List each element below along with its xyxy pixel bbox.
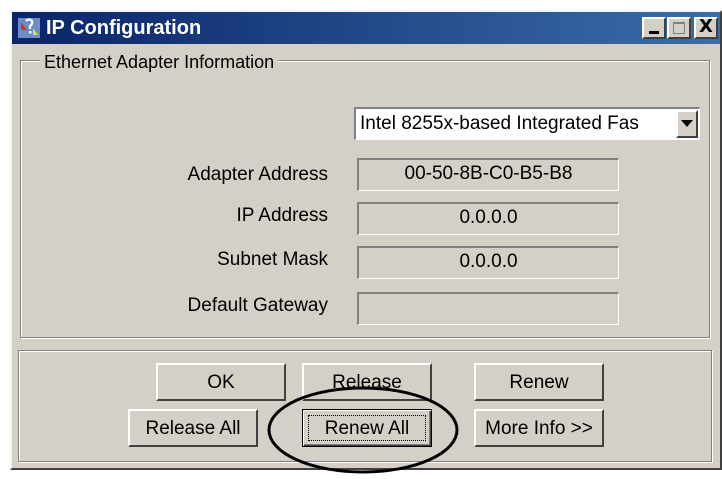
release-button[interactable]: Release <box>302 363 432 401</box>
subnet-mask-label: Subnet Mask <box>217 249 328 270</box>
ip-address-label: IP Address <box>236 205 328 226</box>
minimize-button[interactable] <box>642 17 666 39</box>
subnet-mask-field: 0.0.0.0 <box>357 246 619 279</box>
maximize-icon <box>673 22 685 34</box>
ok-button-label: OK <box>207 371 235 393</box>
renew-button-label: Renew <box>509 371 569 393</box>
adapter-address-label: Adapter Address <box>187 164 328 185</box>
window-title: IP Configuration <box>46 17 202 39</box>
release-all-button[interactable]: Release All <box>128 409 258 447</box>
renew-all-button[interactable]: Renew All <box>302 409 432 447</box>
maximize-button[interactable] <box>667 17 691 39</box>
release-button-label: Release <box>332 371 402 393</box>
more-info-button[interactable]: More Info >> <box>474 409 604 447</box>
title-bar[interactable]: IP Configuration X <box>12 12 720 44</box>
renew-button[interactable]: Renew <box>474 363 604 401</box>
close-icon: X <box>699 16 713 37</box>
chevron-down-icon <box>681 120 693 127</box>
close-button[interactable]: X <box>694 16 718 39</box>
adapter-select[interactable]: Intel 8255x-based Integrated Fas <box>354 107 700 140</box>
renew-all-button-label: Renew All <box>324 417 410 439</box>
default-gateway-label: Default Gateway <box>187 295 328 316</box>
ip-address-field: 0.0.0.0 <box>357 202 619 235</box>
release-all-button-label: Release All <box>145 417 241 439</box>
adapter-info-legend: Ethernet Adapter Information <box>40 52 279 72</box>
default-gateway-field <box>357 292 619 325</box>
ok-button[interactable]: OK <box>156 363 286 401</box>
network-config-icon <box>18 18 40 38</box>
adapter-address-field: 00-50-8B-C0-B5-B8 <box>357 158 619 191</box>
adapter-select-value: Intel 8255x-based Integrated Fas <box>360 113 639 134</box>
more-info-button-label: More Info >> <box>485 417 593 439</box>
ip-configuration-window: IP Configuration X Ethernet Adapter Info… <box>10 10 722 470</box>
dropdown-button[interactable] <box>676 110 698 138</box>
minimize-icon <box>649 31 659 34</box>
